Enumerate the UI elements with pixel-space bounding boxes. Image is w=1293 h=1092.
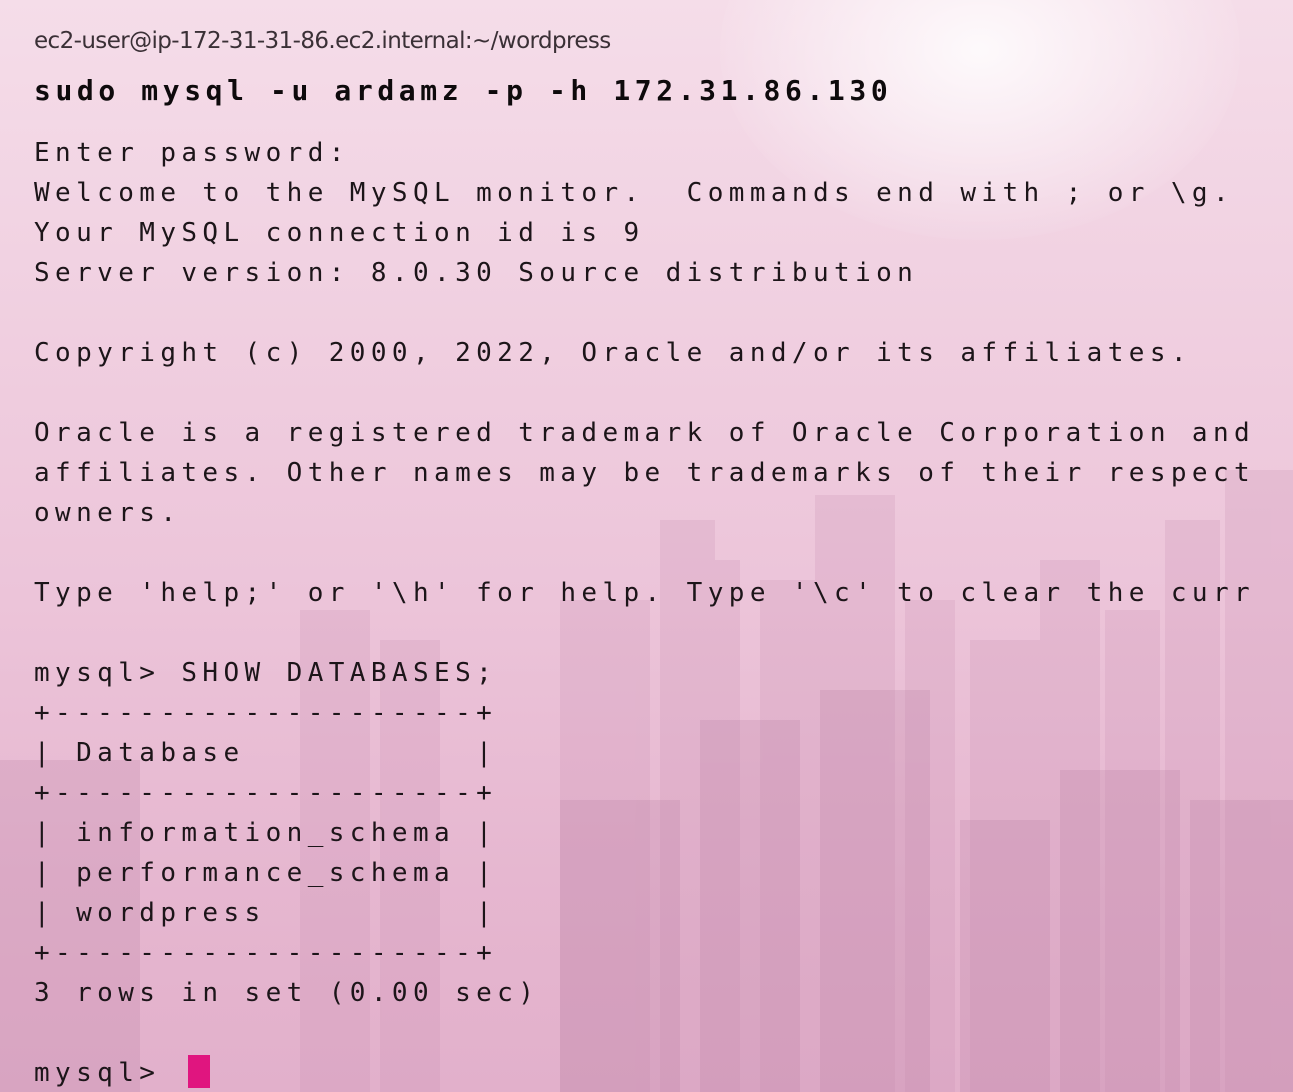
copyright-line: Copyright (c) 2000, 2022, Oracle and/or … bbox=[34, 338, 1192, 368]
connection-id-line: Your MySQL connection id is 9 bbox=[34, 218, 645, 248]
table-border-bottom: +--------------------+ bbox=[34, 938, 498, 968]
welcome-line: Welcome to the MySQL monitor. Commands e… bbox=[34, 178, 1235, 208]
command-line: sudo mysql -u ardamz -p -h 172.31.86.130 bbox=[34, 74, 893, 107]
table-row: | performance_schema | bbox=[34, 858, 498, 888]
table-border-mid: +--------------------+ bbox=[34, 778, 498, 808]
result-summary: 3 rows in set (0.00 sec) bbox=[34, 978, 540, 1008]
table-row: | wordpress | bbox=[34, 898, 498, 928]
password-prompt: Enter password: bbox=[34, 138, 350, 168]
trademark-line-3: owners. bbox=[34, 498, 182, 528]
table-row: | information_schema | bbox=[34, 818, 498, 848]
trademark-line-1: Oracle is a registered trademark of Orac… bbox=[34, 418, 1256, 448]
text-cursor[interactable] bbox=[188, 1055, 210, 1088]
query-prompt-line: mysql> SHOW DATABASES; bbox=[34, 658, 498, 688]
server-version-line: Server version: 8.0.30 Source distributi… bbox=[34, 258, 919, 288]
table-border-top: +--------------------+ bbox=[34, 698, 498, 728]
trademark-line-2: affiliates. Other names may be trademark… bbox=[34, 458, 1256, 488]
terminal-window[interactable]: ec2-user@ip-172-31-31-86.ec2.internal:~/… bbox=[0, 0, 1293, 1092]
input-prompt: mysql> bbox=[34, 1058, 161, 1088]
table-header-row: | Database | bbox=[34, 738, 498, 768]
help-line: Type 'help;' or '\h' for help. Type '\c'… bbox=[34, 578, 1256, 608]
terminal-title: ec2-user@ip-172-31-31-86.ec2.internal:~/… bbox=[34, 28, 611, 54]
